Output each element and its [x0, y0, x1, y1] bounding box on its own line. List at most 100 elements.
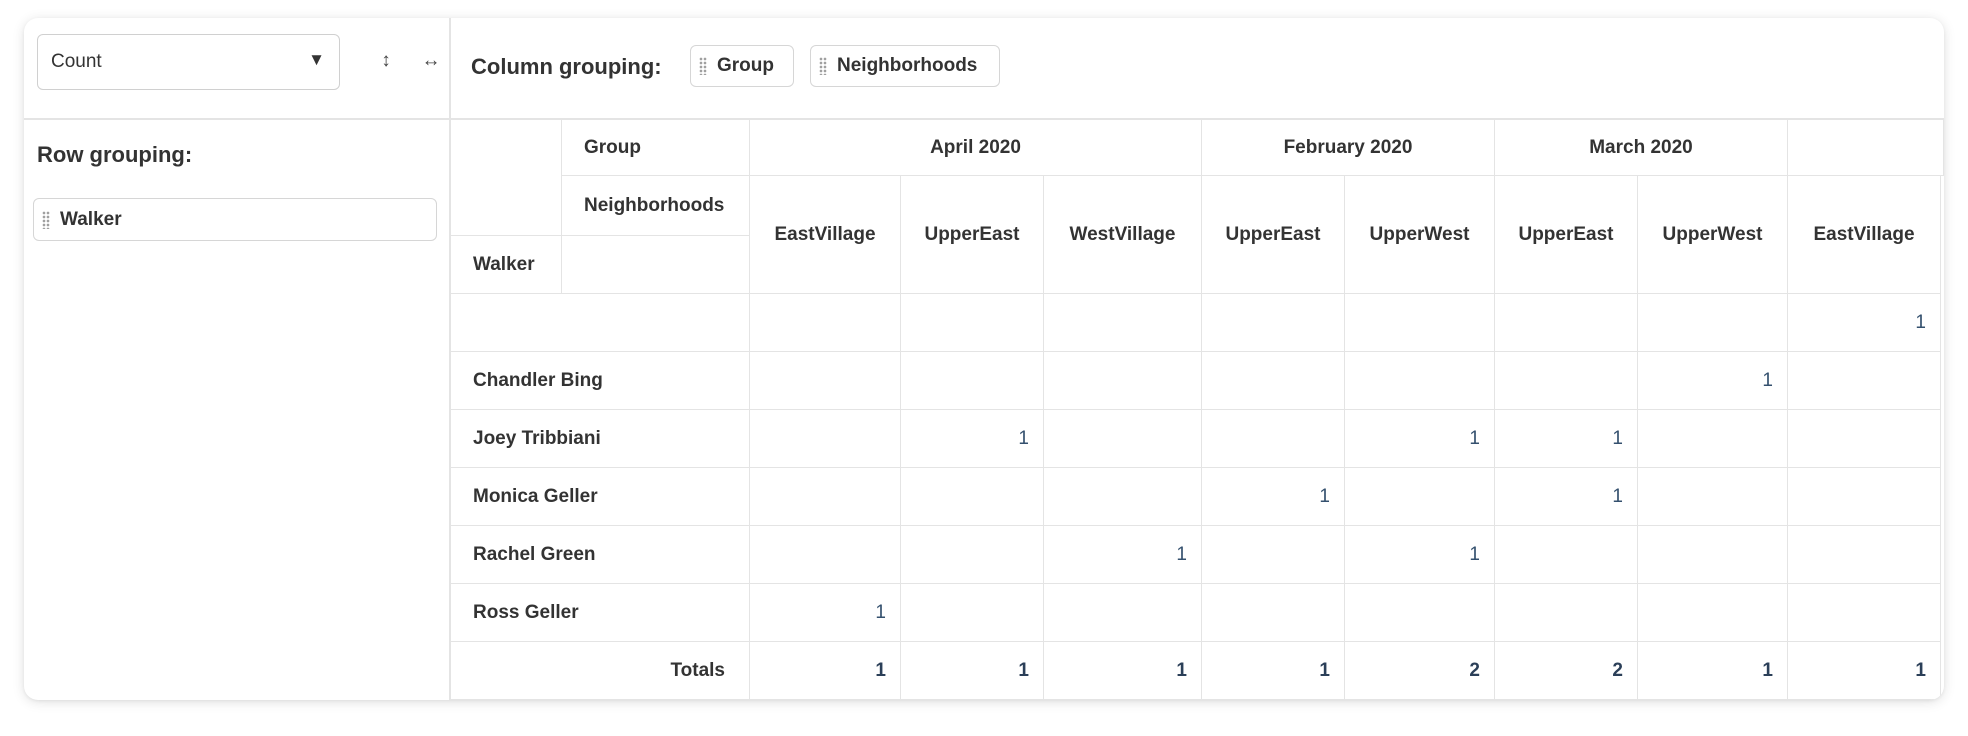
value-cell: 1 [1044, 526, 1202, 584]
value-cell [1044, 294, 1202, 352]
value-cell [901, 468, 1044, 526]
column-header: UpperWest [1638, 176, 1788, 294]
value-cell [901, 294, 1044, 352]
header-filler-cell [562, 236, 750, 294]
value-cell [1202, 584, 1345, 642]
value-cell: 1 [750, 584, 901, 642]
aggregator-select-value: Count [51, 51, 102, 72]
column-header: UpperEast [1495, 176, 1638, 294]
value-cell: 1 [1788, 294, 1941, 352]
row-label: Joey Tribbiani [451, 410, 750, 468]
value-cell [1345, 468, 1495, 526]
value-cell [1788, 352, 1941, 410]
value-cell [1345, 352, 1495, 410]
row-sort-toggle-icon[interactable]: ↕ [373, 48, 399, 74]
value-cell [1044, 584, 1202, 642]
value-cell [1788, 410, 1941, 468]
value-cell [750, 294, 901, 352]
column-header: EastVillage [1788, 176, 1941, 294]
value-cell [750, 468, 901, 526]
value-cell [901, 526, 1044, 584]
value-cell [1638, 410, 1788, 468]
value-cell [1638, 526, 1788, 584]
column-header: EastVillage [750, 176, 901, 294]
column-sort-toggle-icon[interactable]: ↔ [418, 48, 444, 74]
total-cell: 2 [1345, 642, 1495, 700]
column-grouping-title: Column grouping: [471, 54, 662, 79]
total-cell: 1 [1638, 642, 1788, 700]
row-label: Rachel Green [451, 526, 750, 584]
pivot-table-widget: Count ▼ ↕ ↔ Row grouping: Walker Column … [24, 18, 1944, 700]
value-cell [1495, 526, 1638, 584]
total-cell: 1 [1202, 642, 1345, 700]
total-cell: 1 [901, 642, 1044, 700]
row-label: Monica Geller [451, 468, 750, 526]
value-cell: 1 [1495, 468, 1638, 526]
value-cell [1044, 468, 1202, 526]
value-cell [1202, 352, 1345, 410]
value-cell: 1 [1202, 468, 1345, 526]
value-cell [1044, 352, 1202, 410]
total-cell: 1 [1044, 642, 1202, 700]
group-header-april-2020: April 2020 [750, 120, 1202, 176]
value-cell [901, 352, 1044, 410]
value-cell: 1 [1495, 410, 1638, 468]
value-cell [1495, 294, 1638, 352]
value-cell: 1 [1345, 410, 1495, 468]
row-label: Chandler Bing [451, 352, 750, 410]
total-cell: 1 [750, 642, 901, 700]
row-label: Ross Geller [451, 584, 750, 642]
value-cell [1638, 584, 1788, 642]
value-cell [901, 584, 1044, 642]
neighborhoods-axis-label: Neighborhoods [562, 176, 750, 236]
value-cell [1202, 410, 1345, 468]
value-cell [1788, 468, 1941, 526]
row-grouping-title: Row grouping: [37, 142, 193, 167]
corner-cell [451, 120, 562, 236]
walker-axis-label: Walker [451, 236, 562, 294]
totals-label: Totals [451, 642, 750, 700]
value-cell [1638, 468, 1788, 526]
aggregator-controls: Count ▼ ↕ ↔ [24, 18, 451, 120]
value-cell [1202, 526, 1345, 584]
column-grouping-chip-neighborhoods[interactable]: Neighborhoods [810, 45, 1000, 87]
group-header-march-2020: March 2020 [1495, 120, 1788, 176]
column-header: UpperWest [1345, 176, 1495, 294]
column-header: UpperEast [901, 176, 1044, 294]
drag-handle-icon [699, 57, 707, 75]
total-cell: 2 [1495, 642, 1638, 700]
value-cell [1788, 526, 1941, 584]
left-panel: Count ▼ ↕ ↔ Row grouping: Walker [24, 18, 451, 700]
group-header-february-2020: February 2020 [1202, 120, 1495, 176]
chip-label: Group [717, 55, 774, 76]
value-cell: 1 [901, 410, 1044, 468]
value-cell [1788, 584, 1941, 642]
value-cell [1044, 410, 1202, 468]
chip-label: Walker [60, 208, 122, 230]
total-cell: 1 [1788, 642, 1941, 700]
value-cell [1345, 294, 1495, 352]
column-header: WestVillage [1044, 176, 1202, 294]
value-cell: 1 [1345, 526, 1495, 584]
column-grouping-chip-group[interactable]: Group [690, 45, 794, 87]
value-cell: 1 [1638, 352, 1788, 410]
drag-handle-icon [819, 57, 827, 75]
value-cell [1495, 584, 1638, 642]
row-grouping-chip-walker[interactable]: Walker [33, 198, 437, 241]
group-axis-label: Group [562, 120, 750, 176]
group-header-next [1788, 120, 1944, 176]
column-grouping-bar: Column grouping: Group Neighborhoods [451, 18, 1944, 120]
pivot-grid: Group Neighborhoods Walker April 2020 Fe… [451, 120, 1944, 700]
drag-handle-icon [42, 210, 50, 229]
value-cell [1638, 294, 1788, 352]
value-cell [750, 410, 901, 468]
value-cell [1495, 352, 1638, 410]
column-header: UpperEast [1202, 176, 1345, 294]
aggregator-select[interactable]: Count ▼ [37, 34, 340, 90]
value-cell [750, 526, 901, 584]
chevron-down-icon: ▼ [308, 50, 325, 69]
value-cell [750, 352, 901, 410]
value-cell [1202, 294, 1345, 352]
row-label [451, 294, 750, 352]
value-cell [1345, 584, 1495, 642]
